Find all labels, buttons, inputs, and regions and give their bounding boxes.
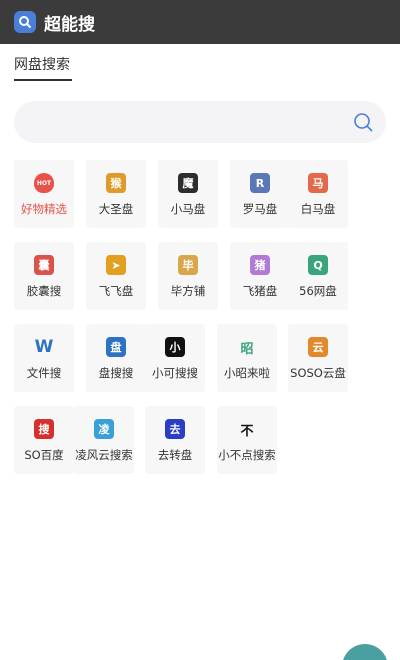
letter-r-icon: R bbox=[250, 173, 270, 193]
ling-square-icon: 凌 bbox=[94, 419, 114, 439]
site-tile-label: 白马盘 bbox=[300, 202, 336, 216]
site-tile-label: 大圣盘 bbox=[98, 202, 134, 216]
letter-q-icon: Q bbox=[308, 255, 328, 275]
fire-icon: HOT bbox=[34, 173, 54, 193]
site-tile-label: 小昭来啦 bbox=[224, 366, 270, 380]
site-tile-label: 56网盘 bbox=[299, 284, 337, 298]
site-tile[interactable]: 毕毕方铺 bbox=[158, 242, 218, 310]
letter-w-icon: W bbox=[34, 337, 54, 357]
site-tile-label: 小马盘 bbox=[170, 202, 206, 216]
site-tile[interactable]: Q 56网盘 bbox=[288, 242, 348, 310]
capsule-icon: 囊 bbox=[34, 255, 54, 275]
site-tile[interactable]: 小小可搜搜 bbox=[145, 324, 205, 392]
site-tile-label: SO百度 bbox=[24, 448, 64, 462]
pan-square-icon: 盘 bbox=[106, 337, 126, 357]
site-tile[interactable]: 云 SOSO云盘 bbox=[288, 324, 348, 392]
site-tile[interactable]: R 罗马盘 bbox=[230, 160, 290, 228]
site-tile-label: SOSO云盘 bbox=[290, 366, 346, 380]
site-tile[interactable]: 马白马盘 bbox=[288, 160, 348, 228]
paper-plane-icon: ➤ bbox=[106, 255, 126, 275]
site-tile[interactable]: W 文件搜 bbox=[14, 324, 74, 392]
site-tile[interactable]: 囊胶囊搜 bbox=[14, 242, 74, 310]
site-tile[interactable]: 盘盘搜搜 bbox=[86, 324, 146, 392]
qu-square-icon: 去 bbox=[165, 419, 185, 439]
site-tile-label: 凌风云搜索 bbox=[75, 448, 133, 462]
site-tile-label: 罗马盘 bbox=[242, 202, 278, 216]
site-tile-label: 好物精选 bbox=[21, 202, 67, 216]
site-tile[interactable]: 猪飞猪盘 bbox=[230, 242, 290, 310]
site-tile-label: 胶囊搜 bbox=[26, 284, 62, 298]
site-tile[interactable]: 不小不点搜索 bbox=[217, 406, 277, 474]
site-tile[interactable]: 去去转盘 bbox=[145, 406, 205, 474]
devil-mask-icon: 魔 bbox=[178, 173, 198, 193]
bifang-logo-icon: 毕 bbox=[178, 255, 198, 275]
site-tile-label: 飞飞盘 bbox=[98, 284, 134, 298]
site-tile[interactable]: 魔小马盘 bbox=[158, 160, 218, 228]
site-tile[interactable]: 搜 SO百度 bbox=[14, 406, 74, 474]
zhao-icon: 昭 bbox=[240, 341, 254, 357]
xiao-square-icon: 小 bbox=[165, 337, 185, 357]
site-tile-label: 小不点搜索 bbox=[218, 448, 276, 462]
site-tile[interactable]: 猴大圣盘 bbox=[86, 160, 146, 228]
sou-square-icon: 搜 bbox=[34, 419, 54, 439]
site-tile-label: 去转盘 bbox=[157, 448, 193, 462]
site-tile[interactable]: HOT 好物精选 bbox=[14, 160, 74, 228]
site-tile-label: 飞猪盘 bbox=[242, 284, 278, 298]
site-tile-label: 毕方铺 bbox=[170, 284, 206, 298]
site-tile-label: 盘搜搜 bbox=[98, 366, 134, 380]
bu-icon: 不 bbox=[240, 423, 254, 439]
monkey-icon: 猴 bbox=[106, 173, 126, 193]
site-tile-label: 小可搜搜 bbox=[152, 366, 198, 380]
site-grid: HOT 好物精选猴大圣盘魔小马盘 R 罗马盘马白马盘囊胶囊搜 ➤ 飞飞盘毕毕方铺猪飞猪盘 Q… bbox=[0, 0, 400, 660]
pig-icon: 猪 bbox=[250, 255, 270, 275]
site-tile-label: 文件搜 bbox=[26, 366, 62, 380]
site-tile[interactable]: 凌凌风云搜索 bbox=[74, 406, 134, 474]
horse-icon: 马 bbox=[308, 173, 328, 193]
site-tile[interactable]: ➤ 飞飞盘 bbox=[86, 242, 146, 310]
yun-square-icon: 云 bbox=[308, 337, 328, 357]
site-tile[interactable]: 昭小昭来啦 bbox=[217, 324, 277, 392]
